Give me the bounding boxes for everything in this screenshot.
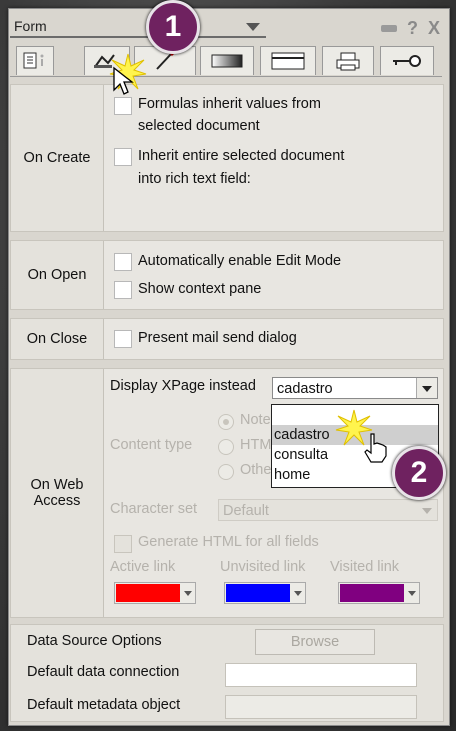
content-type-html-radio[interactable] (218, 439, 234, 455)
minimize-icon[interactable] (380, 25, 397, 32)
on-open-section: On Open Automatically enable Edit Mode S… (10, 240, 444, 310)
default-metadata-label: Default metadata object (27, 697, 181, 713)
enable-edit-mode-label: Automatically enable Edit Mode (138, 253, 342, 269)
step-1-badge: 1 (146, 0, 200, 54)
on-web-label-line2: Access (33, 493, 81, 509)
print-tab[interactable] (322, 46, 374, 75)
header-icon (271, 52, 305, 70)
on-web-access-label: On Web Access (11, 369, 104, 617)
chevron-down-icon[interactable] (416, 378, 437, 398)
on-close-section: On Close Present mail send dialog (10, 318, 444, 360)
content-type-label: Content type (110, 437, 193, 453)
chevron-down-icon[interactable] (417, 500, 437, 520)
content-type-notes-radio[interactable] (218, 414, 234, 430)
display-xpage-label: Display XPage instead (110, 378, 256, 394)
content-type-other-radio[interactable] (218, 464, 234, 480)
generate-html-label: Generate HTML for all fields (138, 534, 319, 550)
on-create-options: Formulas inherit values from selected do… (104, 85, 443, 231)
inherit-document-label-1: Inherit entire selected document (138, 148, 345, 164)
security-tab[interactable] (380, 46, 434, 75)
background-tab[interactable] (200, 46, 254, 75)
formulas-inherit-label-1: Formulas inherit values from (138, 96, 321, 112)
on-open-options: Automatically enable Edit Mode Show cont… (104, 241, 443, 309)
chevron-down-icon[interactable] (291, 583, 305, 603)
wand-icon (156, 51, 175, 70)
properties-type-selector[interactable]: Form (10, 16, 266, 38)
step-2-badge: 2 (392, 446, 446, 500)
character-set-value: Default (223, 503, 269, 519)
character-set-select[interactable]: Default (218, 499, 438, 521)
on-open-label: On Open (11, 241, 104, 309)
on-create-label: On Create (11, 85, 104, 231)
active-link-label: Active link (110, 559, 176, 575)
inherit-document-label-2: into rich text field: (138, 171, 251, 187)
enable-edit-mode-checkbox[interactable] (114, 253, 132, 271)
mouse-cursor-icon (113, 66, 134, 95)
data-source-section: Data Source Options Browse Default data … (10, 624, 444, 722)
key-icon (393, 55, 421, 67)
mail-send-dialog-checkbox[interactable] (114, 330, 132, 348)
help-icon[interactable]: ? (407, 18, 418, 39)
on-create-section: On Create Formulas inherit values from s… (10, 84, 444, 232)
printer-icon (336, 52, 360, 71)
browse-button[interactable]: Browse (255, 629, 375, 655)
character-set-label: Character set (110, 501, 198, 517)
chevron-down-icon[interactable] (405, 583, 419, 603)
display-xpage-value: cadastro (277, 381, 333, 397)
tab-divider (10, 76, 442, 77)
mail-send-dialog-label: Present mail send dialog (138, 330, 297, 346)
on-close-label: On Close (11, 319, 104, 359)
unvisited-link-color-picker[interactable] (224, 582, 306, 604)
on-web-label-line1: On Web (30, 477, 84, 493)
window-controls: ? X (380, 18, 440, 39)
visited-link-color-picker[interactable] (338, 582, 420, 604)
unvisited-link-swatch (226, 584, 290, 602)
hand-cursor-icon (364, 433, 387, 463)
header-tab[interactable] (260, 46, 316, 75)
visited-link-label: Visited link (330, 559, 400, 575)
data-source-options-label: Data Source Options (27, 633, 162, 649)
default-data-connection-field[interactable] (225, 663, 417, 687)
close-icon[interactable]: X (428, 18, 440, 39)
active-link-swatch (116, 584, 180, 602)
info-icon (23, 52, 44, 69)
formulas-inherit-label-2: selected document (138, 118, 260, 134)
visited-link-swatch (340, 584, 404, 602)
display-xpage-select[interactable]: cadastro (272, 377, 438, 399)
show-context-pane-checkbox[interactable] (114, 281, 132, 299)
properties-type-label: Form (14, 18, 47, 34)
default-metadata-field[interactable] (225, 695, 417, 719)
chevron-down-icon[interactable] (181, 583, 195, 603)
unvisited-link-label: Unvisited link (220, 559, 306, 575)
default-data-connection-label: Default data connection (27, 664, 180, 680)
property-tabs (10, 46, 440, 76)
show-context-pane-label: Show context pane (138, 281, 262, 297)
info-tab[interactable] (16, 46, 54, 75)
background-icon (211, 54, 243, 68)
on-close-options: Present mail send dialog (104, 319, 443, 359)
inherit-document-checkbox[interactable] (114, 148, 132, 166)
generate-html-checkbox[interactable] (114, 535, 132, 553)
active-link-color-picker[interactable] (114, 582, 196, 604)
chevron-down-icon (246, 23, 260, 31)
